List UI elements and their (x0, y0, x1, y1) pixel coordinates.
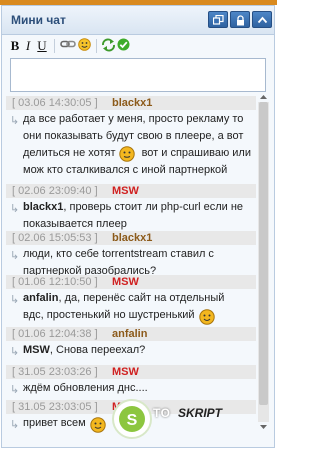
chat-title: Мини чат (11, 13, 66, 27)
format-toolbar: B I U (2, 35, 274, 57)
message-list: [ 03.06 14:30:05 ] blackx1 ↳ да все рабо… (6, 92, 256, 435)
link-icon (60, 40, 76, 48)
message-author[interactable]: anfalin (112, 328, 147, 340)
message-timestamp: [ 02.06 23:09:40 ] (12, 185, 98, 197)
message-header: [ 31.05 23:03:26 ] MSW (6, 365, 256, 379)
message-timestamp: [ 03.06 14:30:05 ] (12, 97, 98, 109)
watermark-text: TO (153, 406, 171, 420)
collapse-button[interactable] (252, 11, 272, 28)
toolbar-divider (54, 39, 55, 53)
message-header: [ 02.06 15:05:53 ] blackx1 (6, 231, 256, 245)
message-text: да все работает у меня, просто рекламу т… (23, 113, 251, 176)
scroll-thumb[interactable] (259, 102, 268, 405)
message-header: [ 01.06 12:10:50 ] MSW (6, 275, 256, 289)
reply-arrow-icon: ↳ (10, 294, 20, 306)
message-author[interactable]: MSW (112, 185, 139, 197)
chat-header: Мини чат (2, 6, 274, 35)
reply-arrow-icon: ↳ (10, 384, 20, 396)
message-header: [ 03.06 14:30:05 ] blackx1 (6, 96, 256, 110)
link-button[interactable] (59, 38, 77, 54)
message-author[interactable]: blackx1 (112, 232, 152, 244)
chevron-up-icon (257, 16, 268, 24)
message-header: [ 02.06 23:09:40 ] MSW (6, 184, 256, 198)
underline-button[interactable]: U (36, 38, 48, 54)
popout-button[interactable] (208, 11, 228, 28)
message-text: blackx1, проверь стоит ли php-curl если … (23, 201, 244, 230)
message-scrollbar[interactable] (258, 92, 269, 432)
popout-icon (213, 15, 224, 25)
message-text: ждём обновления днс.... (23, 382, 148, 394)
checkmark-icon (117, 38, 129, 51)
smiley-icon (77, 38, 91, 51)
watermark-text: SKRIPT (178, 406, 223, 420)
scroll-up-arrow-icon[interactable] (258, 92, 269, 102)
reply-arrow-icon: ↳ (10, 115, 20, 127)
message-timestamp: [ 01.06 12:10:50 ] (12, 276, 98, 288)
bold-button[interactable]: B (9, 38, 21, 54)
lock-button[interactable] (230, 11, 250, 28)
message-header: [ 01.06 12:04:38 ] anfalin (6, 327, 256, 341)
smiley-button[interactable] (77, 38, 91, 54)
message-text: anfalin, да, перенёс сайт на отдельный в… (23, 292, 225, 321)
watermark-logo: S (112, 399, 152, 439)
scroll-down-arrow-icon[interactable] (258, 422, 269, 432)
message-author[interactable]: MSW (112, 276, 139, 288)
message-text: MSW, Снова переехал? (23, 344, 146, 356)
message-timestamp: [ 31.05 23:03:26 ] (12, 366, 98, 378)
lock-icon (237, 15, 244, 26)
italic-button[interactable]: I (23, 38, 33, 54)
reply-arrow-icon: ↳ (10, 346, 20, 358)
message-input[interactable] (10, 58, 266, 92)
toolbar-divider (96, 39, 97, 53)
smiley-emoticon-icon (119, 146, 135, 162)
message-timestamp: [ 02.06 15:05:53 ] (12, 232, 98, 244)
smiley-emoticon-icon (199, 309, 215, 325)
refresh-icon (101, 38, 115, 52)
message-author[interactable]: blackx1 (112, 97, 152, 109)
message-timestamp: [ 01.06 12:04:38 ] (12, 328, 98, 340)
smiley-emoticon-icon (90, 417, 106, 433)
reply-arrow-icon: ↳ (10, 250, 20, 262)
message-timestamp: [ 31.05 23:03:05 ] (12, 401, 98, 413)
refresh-button[interactable] (100, 38, 116, 54)
send-button[interactable] (116, 38, 130, 54)
reply-arrow-icon: ↳ (10, 203, 20, 215)
reply-arrow-icon: ↳ (10, 419, 20, 431)
svg-text:S: S (127, 412, 138, 429)
message-author[interactable]: MSW (112, 366, 139, 378)
